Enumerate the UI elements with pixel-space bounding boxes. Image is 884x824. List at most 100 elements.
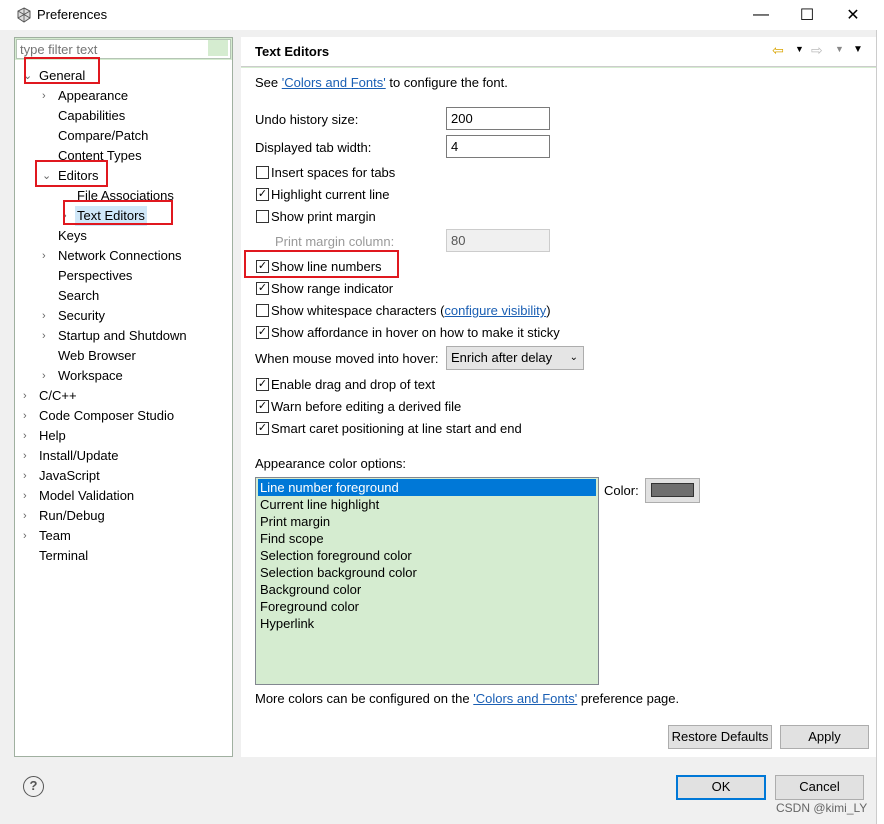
smart-caret-checkbox[interactable]: ✓	[256, 422, 269, 435]
minimize-button[interactable]: —	[738, 0, 784, 30]
color-swatch	[651, 483, 694, 497]
maximize-button[interactable]: ☐	[784, 0, 830, 30]
chevron-right-icon[interactable]: ›	[23, 406, 27, 426]
chevron-right-icon[interactable]: ›	[42, 326, 46, 346]
tree-item-capabilities[interactable]: Capabilities	[58, 106, 125, 126]
tree-item-cpp[interactable]: C/C++	[39, 386, 77, 406]
hover-label: When mouse moved into hover:	[255, 351, 439, 366]
app-icon	[17, 7, 31, 23]
affordance-label: Show affordance in hover on how to make …	[271, 325, 560, 340]
tree-item-security[interactable]: Security	[58, 306, 105, 326]
chevron-right-icon[interactable]: ›	[23, 526, 27, 546]
color-option-item[interactable]: Current line highlight	[258, 496, 596, 513]
chevron-right-icon[interactable]: ›	[23, 426, 27, 446]
color-option-item[interactable]: Print margin	[258, 513, 596, 530]
highlight-box-text-editors	[63, 200, 173, 225]
hover-select[interactable]: Enrich after delay ⌄	[446, 346, 584, 370]
cancel-button[interactable]: Cancel	[775, 775, 864, 800]
affordance-checkbox[interactable]: ✓	[256, 326, 269, 339]
tree-item-code-composer-studio[interactable]: Code Composer Studio	[39, 406, 174, 426]
print-margin-label: Show print margin	[271, 209, 376, 224]
tree-item-workspace[interactable]: Workspace	[58, 366, 123, 386]
print-margin-column-input: 80	[446, 229, 550, 252]
chevron-right-icon[interactable]: ›	[42, 306, 46, 326]
color-option-item[interactable]: Background color	[258, 581, 596, 598]
close-icon: ✕	[846, 7, 860, 24]
font-info-prefix: See	[255, 75, 282, 90]
filter-clear-icon[interactable]	[208, 40, 228, 56]
tree-item-perspectives[interactable]: Perspectives	[58, 266, 132, 286]
color-label: Color:	[604, 483, 639, 498]
appearance-options-label: Appearance color options:	[255, 456, 407, 471]
help-icon[interactable]: ?	[23, 776, 44, 797]
tree-item-search[interactable]: Search	[58, 286, 99, 306]
tree-item-help[interactable]: Help	[39, 426, 66, 446]
back-dropdown-icon[interactable]: ▼	[795, 44, 804, 54]
tree-item-network-connections[interactable]: Network Connections	[58, 246, 182, 266]
view-menu-icon[interactable]: ▼	[853, 44, 863, 55]
tree-item-web-browser[interactable]: Web Browser	[58, 346, 136, 366]
tree-item-team[interactable]: Team	[39, 526, 71, 546]
color-option-item[interactable]: Hyperlink	[258, 615, 596, 632]
chevron-right-icon[interactable]: ›	[42, 86, 46, 106]
color-option-item[interactable]: Find scope	[258, 530, 596, 547]
warn-derived-checkbox[interactable]: ✓	[256, 400, 269, 413]
chevron-right-icon[interactable]: ›	[23, 506, 27, 526]
highlight-box-line-numbers	[244, 250, 399, 278]
settings-pane: Text Editors ⇦ ▼ ⇨ ▼ ▼ See 'Colors and F…	[241, 37, 876, 757]
more-colors-suffix: preference page.	[577, 691, 680, 706]
chevron-right-icon[interactable]: ›	[42, 246, 46, 266]
range-indicator-checkbox[interactable]: ✓	[256, 282, 269, 295]
restore-defaults-button[interactable]: Restore Defaults	[668, 725, 772, 749]
tree-item-appearance[interactable]: Appearance	[58, 86, 128, 106]
tab-width-input[interactable]: 4	[446, 135, 550, 158]
drag-drop-checkbox[interactable]: ✓	[256, 378, 269, 391]
tree-item-terminal[interactable]: Terminal	[39, 546, 88, 566]
configure-visibility-link[interactable]: configure visibility	[444, 303, 546, 318]
forward-dropdown-icon[interactable]: ▼	[835, 44, 844, 54]
watermark: CSDN @kimi_LY	[776, 801, 868, 815]
tree-item-install-update[interactable]: Install/Update	[39, 446, 119, 466]
color-option-item[interactable]: Line number foreground	[258, 479, 596, 496]
chevron-right-icon[interactable]: ›	[23, 466, 27, 486]
tree-item-model-validation[interactable]: Model Validation	[39, 486, 134, 506]
tree-item-javascript[interactable]: JavaScript	[39, 466, 100, 486]
color-picker-button[interactable]	[645, 478, 700, 503]
preferences-window: Preferences — ☐ ✕ ⌄ General › Appearance…	[0, 0, 876, 824]
whitespace-checkbox[interactable]	[256, 304, 269, 317]
background-window-edge	[876, 30, 884, 824]
insert-spaces-label: Insert spaces for tabs	[271, 165, 396, 180]
whitespace-label: Show whitespace characters (	[271, 303, 445, 318]
drag-drop-label: Enable drag and drop of text	[271, 377, 436, 392]
insert-spaces-checkbox[interactable]	[256, 166, 269, 179]
chevron-right-icon[interactable]: ›	[42, 366, 46, 386]
whitespace-suffix: )	[546, 303, 551, 318]
apply-button[interactable]: Apply	[780, 725, 869, 749]
color-options-list[interactable]: Line number foreground Current line highl…	[255, 477, 599, 685]
color-option-item[interactable]: Selection background color	[258, 564, 596, 581]
color-option-item[interactable]: Foreground color	[258, 598, 596, 615]
color-option-item[interactable]: Selection foreground color	[258, 547, 596, 564]
highlight-line-label: Highlight current line	[271, 187, 390, 202]
undo-history-input[interactable]: 200	[446, 107, 550, 130]
hover-select-value: Enrich after delay	[451, 350, 553, 365]
chevron-right-icon[interactable]: ›	[23, 386, 27, 406]
tree-item-run-debug[interactable]: Run/Debug	[39, 506, 105, 526]
tree-item-keys[interactable]: Keys	[58, 226, 87, 246]
back-arrow-icon[interactable]: ⇦	[772, 42, 784, 59]
tree-item-startup-shutdown[interactable]: Startup and Shutdown	[58, 326, 187, 346]
close-button[interactable]: ✕	[830, 0, 876, 30]
more-colors-link[interactable]: 'Colors and Fonts'	[473, 691, 577, 706]
minimize-icon: —	[753, 6, 769, 23]
tree-item-compare-patch[interactable]: Compare/Patch	[58, 126, 148, 146]
font-info-suffix: to configure the font.	[385, 75, 508, 90]
filter-input[interactable]	[16, 39, 231, 59]
chevron-right-icon[interactable]: ›	[23, 486, 27, 506]
chevron-right-icon[interactable]: ›	[23, 446, 27, 466]
print-margin-checkbox[interactable]	[256, 210, 269, 223]
ok-button[interactable]: OK	[676, 775, 766, 800]
highlight-line-checkbox[interactable]: ✓	[256, 188, 269, 201]
navigation-pane: ⌄ General › Appearance Capabilities Comp…	[14, 37, 233, 757]
colors-fonts-link[interactable]: 'Colors and Fonts'	[282, 75, 386, 90]
forward-arrow-icon[interactable]: ⇨	[811, 42, 823, 59]
